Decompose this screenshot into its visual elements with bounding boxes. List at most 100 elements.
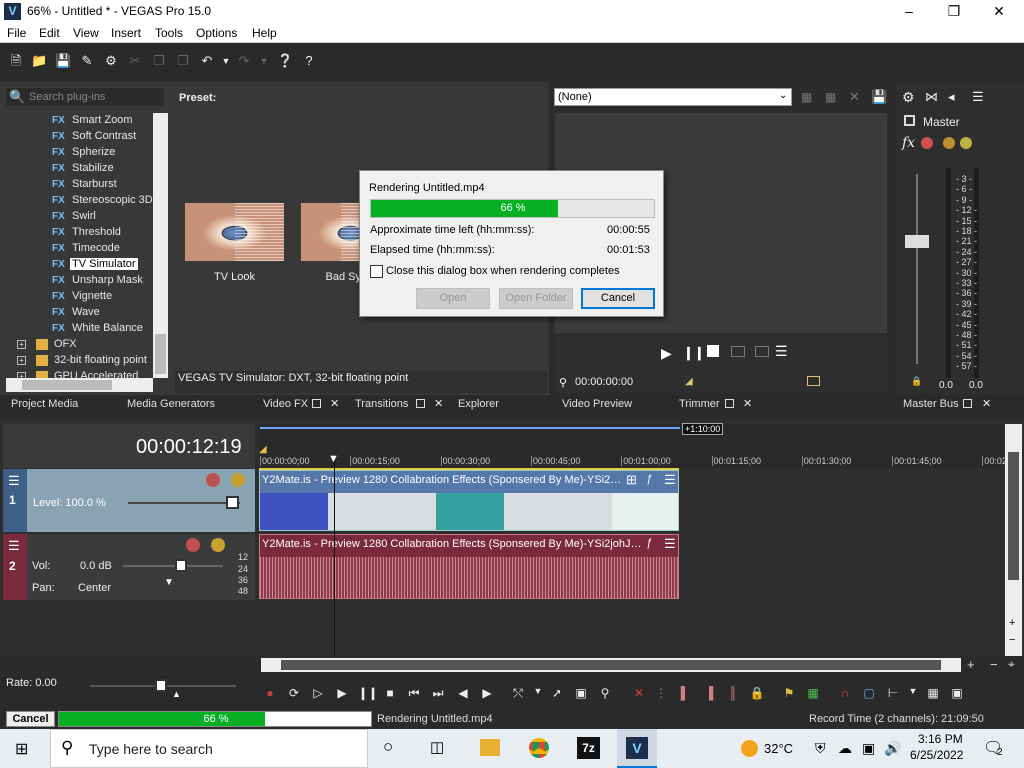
preview-menu-icon[interactable]: ☰ (775, 343, 788, 360)
delete-icon[interactable]: ✕ (631, 686, 647, 700)
tab-transitions-window-icon[interactable] (416, 399, 425, 408)
playhead-marker-icon[interactable]: ▼ (328, 453, 339, 465)
plugin-item[interactable]: FX Timecode (6, 241, 153, 257)
timeline-fit-icon[interactable]: ⌖ (1008, 657, 1015, 672)
play-icon[interactable]: ▶ (334, 686, 350, 700)
zoom-tool-icon[interactable]: ⚲ (597, 686, 613, 700)
audio-track-solo-icon[interactable] (211, 538, 225, 552)
plugin-item[interactable]: FX Threshold (6, 225, 153, 241)
preview-region-icon[interactable] (807, 376, 820, 386)
timeline-vertical-scrollbar[interactable]: + − (1005, 424, 1022, 656)
task-view-icon[interactable]: ◫ (430, 738, 444, 756)
plugin-item[interactable]: FX Smart Zoom (6, 113, 153, 129)
master-mute-icon[interactable] (943, 137, 955, 149)
plugin-search-input[interactable]: Search plug-ins (29, 91, 105, 103)
audio-clip[interactable]: Y2Mate.is - Preview 1280 Collabration Ef… (259, 534, 679, 599)
loop-playback-icon[interactable]: ⟳ (286, 686, 302, 700)
master-settings-gear-icon[interactable]: ⚙ (902, 89, 915, 106)
trim-start-icon[interactable]: ▌ (677, 686, 693, 700)
copy-icon[interactable]: ❐ (151, 53, 167, 69)
file-explorer-icon[interactable] (480, 739, 500, 756)
master-downmix-icon[interactable]: ⋈ (925, 89, 938, 105)
video-clip[interactable]: Y2Mate.is - Preview 1280 Collabration Ef… (259, 470, 679, 531)
tab-explorer[interactable]: Explorer (458, 398, 499, 410)
level-slider-track[interactable] (128, 502, 240, 504)
maximize-button[interactable]: ❐ (931, 0, 977, 23)
plugin-item[interactable]: FX Vignette (6, 289, 153, 305)
menu-edit[interactable]: Edit (39, 26, 60, 40)
auto-ripple-icon[interactable]: ▢ (861, 686, 877, 700)
status-cancel-button[interactable]: Cancel (6, 711, 55, 727)
stop-icon[interactable]: ■ (382, 686, 398, 700)
snapping-icon[interactable]: ∩ (837, 686, 853, 700)
plugin-item[interactable]: FX Starburst (6, 177, 153, 193)
clock-time[interactable]: 3:16 PM (918, 732, 963, 746)
cloud-icon[interactable]: ☁ (838, 740, 852, 757)
audio-track-header[interactable]: ☰ 2 Vol: 0.0 dB Pan: Center ▼ 12 24 36 4… (3, 534, 255, 600)
previous-frame-icon[interactable]: ◀ (455, 686, 471, 700)
open-folder-icon[interactable]: 📁 (31, 53, 47, 69)
plugin-item[interactable]: FX White Balance (6, 321, 153, 337)
master-dim-icon[interactable]: ◂ (948, 89, 955, 105)
preset-thumbnail-tv-look[interactable] (185, 203, 284, 261)
plugin-item-selected[interactable]: FX TV Simulator (6, 257, 153, 273)
menu-help[interactable]: Help (252, 26, 277, 40)
menu-tools[interactable]: Tools (155, 26, 183, 40)
clip-menu-icon[interactable]: ☰ (664, 472, 676, 488)
preview-next-frame-icon[interactable] (755, 346, 769, 357)
preview-snapshot-icon[interactable]: 💾 (871, 89, 887, 104)
zoom-out-icon[interactable]: − (1009, 634, 1015, 646)
loop-region-bar[interactable] (260, 427, 680, 429)
timeline-zoom-in-icon[interactable]: + (967, 657, 975, 672)
master-checkbox-icon[interactable] (904, 115, 915, 126)
crossfade-icon[interactable]: ▦ (925, 686, 941, 700)
timeline-hscroll-thumb[interactable] (281, 660, 941, 670)
clip-crop-icon[interactable]: ⊞ (626, 472, 637, 488)
tree-vertical-scrollbar[interactable] (153, 113, 168, 378)
clip-fx-icon[interactable]: ƒ (646, 537, 652, 549)
cut-icon[interactable]: ✂ (127, 53, 143, 69)
tree-hscroll-thumb[interactable] (22, 380, 112, 390)
pause-icon[interactable]: ❙❙ (358, 686, 378, 700)
envelope-tool-icon[interactable]: ➚ (549, 686, 565, 700)
plugin-item[interactable]: FXStereoscopic 3D A (6, 193, 153, 209)
menu-file[interactable]: File (7, 26, 26, 40)
timeline-horizontal-scrollbar[interactable] (261, 658, 961, 672)
tab-video-preview[interactable]: Video Preview (562, 398, 632, 410)
render-icon[interactable]: ✎ (79, 53, 95, 69)
preview-device-dropdown[interactable]: (None) ⌄ (554, 88, 792, 106)
lock-icon[interactable]: 🔒 (911, 376, 922, 387)
rate-slider-handle[interactable] (155, 679, 167, 692)
tab-video-fx-close-icon[interactable]: ✕ (330, 397, 339, 410)
plugin-folder[interactable]: +32-bit floating point (6, 353, 153, 369)
preview-stop-icon[interactable] (707, 345, 719, 357)
minimize-button[interactable]: – (886, 0, 932, 23)
expand-icon[interactable]: + (17, 340, 26, 349)
help-icon[interactable]: ? (301, 53, 317, 69)
plugin-folder[interactable]: + OFX (6, 337, 153, 353)
preview-settings-icon[interactable]: ▦ (801, 90, 815, 104)
ripple-mode-icon[interactable]: ⊢ (885, 686, 901, 700)
master-fx-icon[interactable]: fx (902, 135, 915, 151)
zoom-in-icon[interactable]: + (1009, 617, 1015, 629)
tab-media-generators[interactable]: Media Generators (127, 398, 215, 410)
tab-video-fx-window-icon[interactable] (312, 399, 321, 408)
clock-date[interactable]: 6/25/2022 (910, 748, 963, 762)
plugin-item[interactable]: FX Unsharp Mask (6, 273, 153, 289)
tree-horizontal-scrollbar[interactable] (6, 378, 153, 392)
weather-sun-icon[interactable] (741, 740, 758, 757)
plugin-folder[interactable]: + GPU Accelerated (6, 369, 153, 378)
close-on-complete-checkbox[interactable] (370, 265, 383, 278)
tab-master-bus-window-icon[interactable] (963, 399, 972, 408)
video-track-header[interactable]: ☰ 1 Level: 100.0 % (3, 469, 255, 532)
tab-trimmer-window-icon[interactable] (725, 399, 734, 408)
tree-scroll-thumb[interactable] (155, 334, 166, 374)
paste-icon[interactable]: ❐ (175, 53, 191, 69)
dialog-open-button[interactable]: Open (416, 288, 490, 309)
selection-tool-icon[interactable]: ▣ (573, 686, 589, 700)
undo-icon[interactable]: ↶ (199, 53, 215, 69)
go-to-end-icon[interactable]: ⏭ (430, 686, 446, 701)
tab-trimmer-close-icon[interactable]: ✕ (743, 397, 752, 410)
what-is-this-help-icon[interactable]: ❔ (277, 53, 293, 69)
master-fader-handle[interactable] (905, 235, 929, 248)
